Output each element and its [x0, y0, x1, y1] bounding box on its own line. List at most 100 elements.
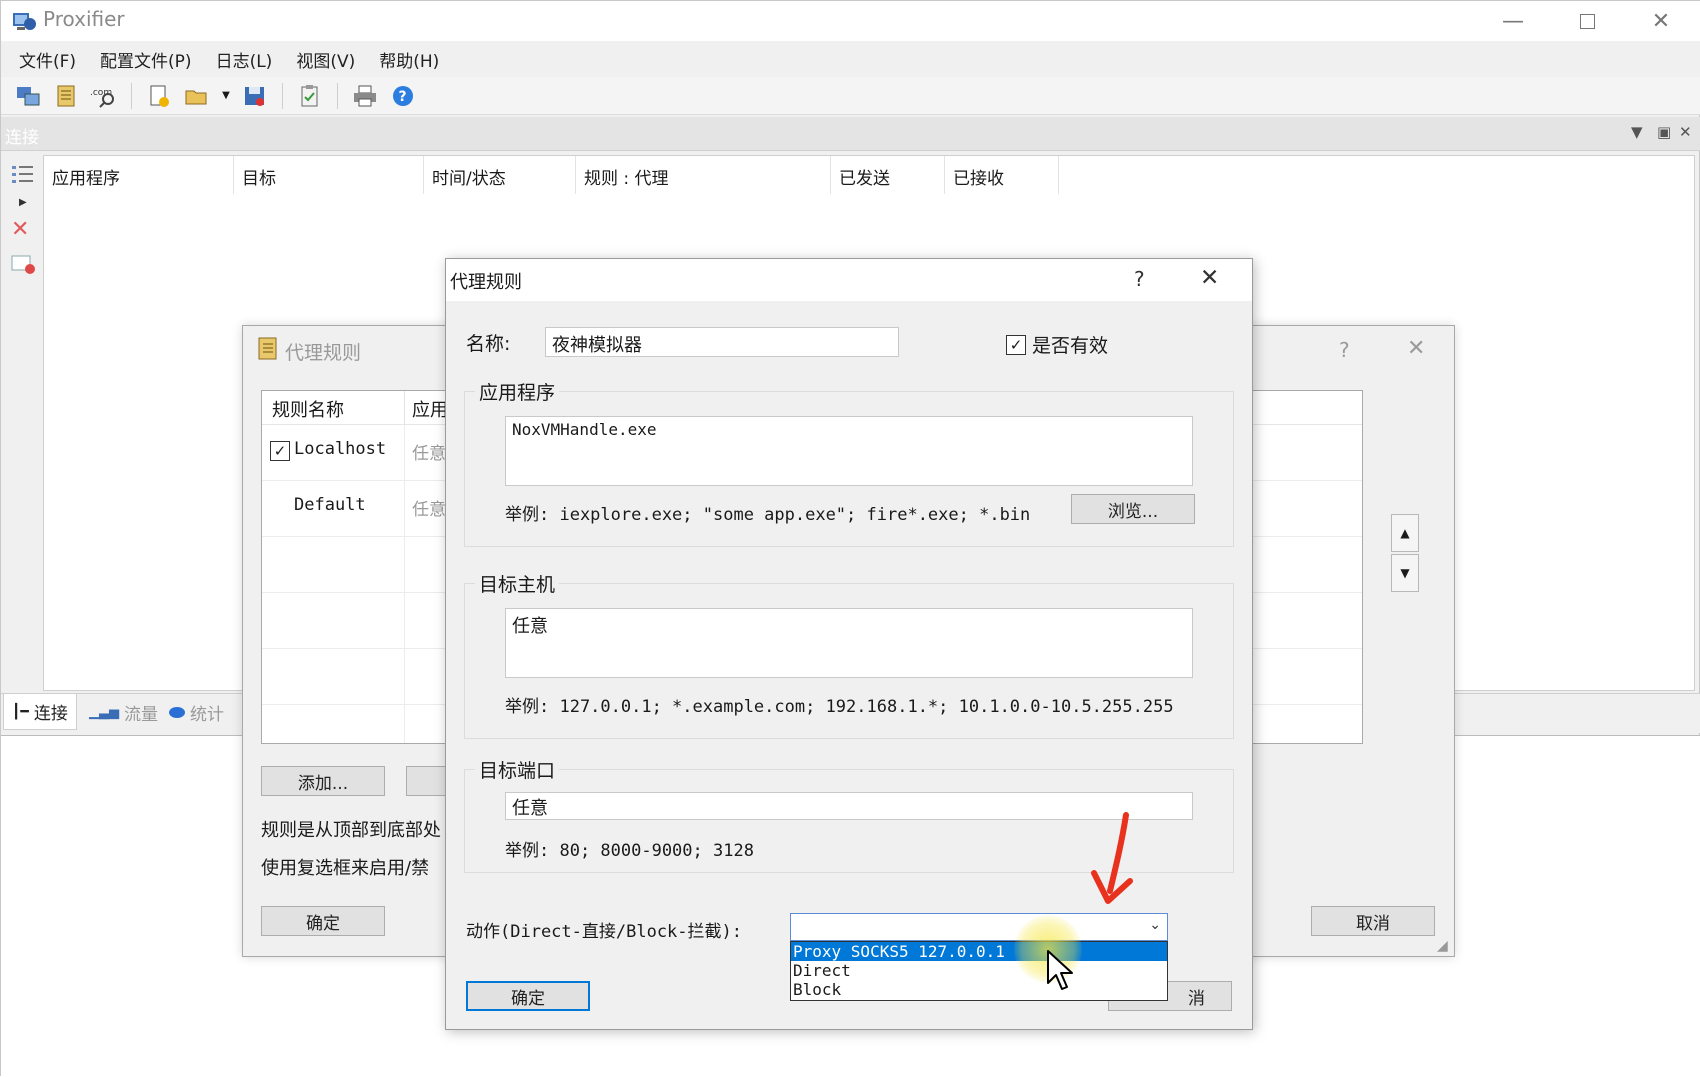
expand-arrow-icon[interactable]: ▶: [19, 197, 27, 208]
menu-file[interactable]: 文件(F): [7, 47, 88, 72]
action-option-direct[interactable]: Direct: [791, 961, 1167, 980]
proxy-rule-edit-dialog: 代理规则 ? ✕ 名称: 夜神模拟器 ✓ 是否有效 应用程序 NoxVMHand…: [445, 258, 1253, 1030]
dns-magnifier-icon: .com: [90, 88, 114, 108]
target-hosts-input[interactable]: 任意: [505, 608, 1193, 678]
rule-name: Localhost: [294, 439, 387, 459]
maximize-button[interactable]: [1551, 1, 1623, 41]
column-received[interactable]: 已接收: [945, 156, 1059, 194]
rules-cancel-button[interactable]: 取消: [1311, 906, 1435, 936]
window-red-dot-icon[interactable]: [11, 253, 37, 280]
rules-scroll-icon: [258, 337, 277, 360]
toolbar-separator: [131, 82, 132, 109]
column-rule-proxy[interactable]: 规则 : 代理: [576, 156, 831, 194]
rule-name-input[interactable]: 夜神模拟器: [545, 327, 899, 357]
rules-dialog-title: 代理规则: [285, 342, 362, 364]
panel-pin-icon[interactable]: ▣: [1657, 123, 1671, 141]
panel-menu-icon[interactable]: ▼: [1631, 123, 1643, 141]
column-sent[interactable]: 已发送: [831, 156, 945, 194]
clipboard-icon: [301, 84, 318, 106]
applications-group-label: 应用程序: [475, 378, 560, 405]
tab-statistics[interactable]: 统计: [161, 694, 232, 730]
clone-rule-button[interactable]: [406, 766, 446, 796]
column-time-status[interactable]: 时间/状态: [424, 156, 576, 194]
help-button[interactable]: ?: [388, 82, 418, 110]
tab-connections[interactable]: ┃━ 连接: [3, 694, 77, 730]
rules-dialog-help-button[interactable]: ?: [1339, 338, 1350, 362]
rule-enabled-checkbox[interactable]: ✓: [1006, 334, 1026, 355]
open-profile-button[interactable]: [182, 82, 212, 110]
rules-scroll-icon: [57, 85, 75, 106]
minimize-button[interactable]: —: [1477, 1, 1549, 41]
rule-enabled-checkbox[interactable]: ✓: [270, 441, 290, 461]
window-title: Proxifier: [43, 7, 125, 31]
toolbar-separator: [337, 82, 338, 109]
action-select[interactable]: ⌄: [790, 913, 1168, 941]
proxy-servers-button[interactable]: [13, 82, 43, 110]
column-rule-name[interactable]: 规则名称: [272, 396, 344, 422]
rule-name-label: 名称:: [466, 333, 511, 355]
column-target[interactable]: 目标: [234, 156, 424, 194]
mouse-pointer-icon: [1047, 950, 1073, 990]
open-profile-dropdown[interactable]: ▼: [220, 82, 232, 110]
svg-text:.com: .com: [90, 88, 112, 98]
arrow-up-icon: ▲: [1400, 526, 1410, 540]
menu-log[interactable]: 日志(L): [204, 47, 285, 72]
target-ports-example: 举例: 80; 8000-9000; 3128: [505, 841, 754, 861]
menu-view[interactable]: 视图(V): [284, 47, 367, 72]
target-ports-group-label: 目标端口: [475, 756, 560, 783]
delete-icon[interactable]: ✕: [11, 217, 29, 242]
browse-button[interactable]: 浏览...: [1071, 494, 1195, 524]
column-application[interactable]: 应用程序: [44, 156, 234, 194]
rule-name: Default: [294, 495, 366, 515]
move-down-button[interactable]: ▼: [1391, 554, 1419, 592]
connections-panel-header: 连接 ▼ ▣ ✕: [1, 117, 1700, 151]
rules-note-order: 规则是从顶部到底部处: [261, 820, 441, 841]
name-resolution-button[interactable]: .com: [89, 82, 119, 110]
tab-traffic[interactable]: ▁▃▅ 流量: [81, 694, 166, 730]
list-view-icon[interactable]: [11, 163, 35, 190]
save-profile-button[interactable]: [240, 82, 270, 110]
column-divider: [404, 391, 405, 425]
print-button[interactable]: [350, 82, 380, 110]
proxy-rules-button[interactable]: [51, 82, 81, 110]
target-hosts-group-label: 目标主机: [475, 570, 560, 597]
rule-dialog-help-button[interactable]: ?: [1134, 267, 1145, 291]
pie-chart-icon: [169, 706, 185, 718]
applications-input[interactable]: NoxVMHandle.exe: [505, 416, 1193, 486]
rules-ok-button[interactable]: 确定: [261, 906, 385, 936]
save-disk-icon: [245, 86, 264, 106]
rule-application: 任意: [412, 500, 446, 520]
title-bar: Proxifier — ✕: [1, 1, 1700, 41]
action-dropdown-list[interactable]: Proxy SOCKS5 127.0.0.1 Direct Block: [790, 941, 1168, 1001]
rules-note-checkbox: 使用复选框来启用/禁: [261, 858, 430, 879]
column-application[interactable]: 应用: [412, 396, 448, 422]
resize-grip-icon[interactable]: ◢: [1437, 938, 1448, 954]
connections-tab-icon: ┃━: [12, 703, 29, 720]
add-rule-button[interactable]: 添加...: [261, 766, 385, 796]
rule-dialog-close-icon[interactable]: ✕: [1200, 265, 1219, 291]
rule-enabled-toggle[interactable]: ✓ 是否有效: [1006, 331, 1108, 358]
panel-close-icon[interactable]: ✕: [1679, 123, 1692, 141]
move-up-button[interactable]: ▲: [1391, 514, 1419, 552]
open-folder-icon: [185, 90, 207, 104]
side-toolbar: ▶ ✕: [5, 153, 41, 693]
action-option-block[interactable]: Block: [791, 980, 1167, 999]
help-circle-icon: ?: [393, 85, 413, 106]
new-profile-button[interactable]: [144, 82, 174, 110]
rule-ok-button[interactable]: 确定: [466, 981, 590, 1011]
dropdown-arrow-icon: ▼: [222, 90, 230, 101]
rules-dialog-close-icon[interactable]: ✕: [1407, 336, 1425, 361]
close-icon: ✕: [1651, 8, 1671, 34]
toolbar: .com ▼ ?: [1, 77, 1700, 115]
target-hosts-example: 举例: 127.0.0.1; *.example.com; 192.168.1.…: [505, 697, 1174, 717]
panel-title: 连接: [5, 128, 39, 148]
menu-help[interactable]: 帮助(H): [367, 47, 451, 72]
rule-dialog-titlebar: 代理规则 ? ✕: [446, 259, 1252, 301]
rule-enabled-label: 是否有效: [1032, 335, 1109, 357]
action-option-proxy[interactable]: Proxy SOCKS5 127.0.0.1: [791, 942, 1167, 961]
menu-profile[interactable]: 配置文件(P): [88, 47, 204, 72]
close-button[interactable]: ✕: [1625, 1, 1697, 41]
profile-settings-button[interactable]: [295, 82, 325, 110]
action-label: 动作(Direct-直接/Block-拦截):: [466, 922, 742, 942]
proxy-servers-icon: [17, 86, 40, 105]
